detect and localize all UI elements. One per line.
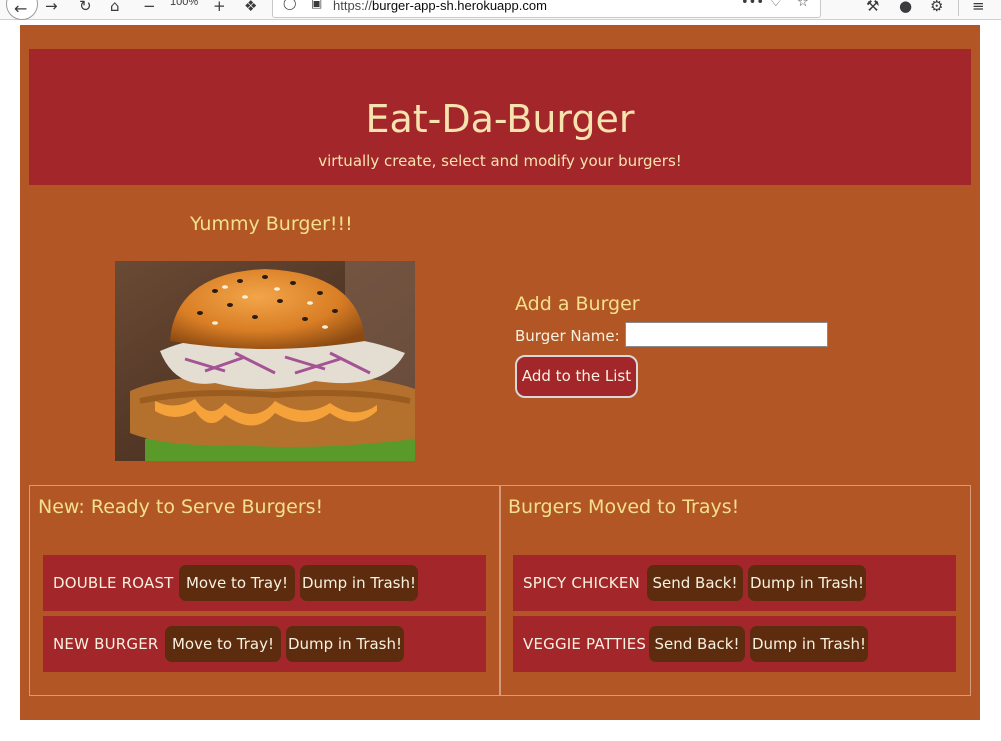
send-back-button[interactable]: Send Back! xyxy=(647,565,743,601)
tools-icon[interactable]: ⚒ xyxy=(866,0,879,16)
dump-in-trash-button[interactable]: Dump in Trash! xyxy=(750,626,868,662)
page-container: Eat-Da-Burger virtually create, select a… xyxy=(20,25,980,720)
burger-name: SPICY CHICKEN xyxy=(523,574,640,592)
browser-toolbar: ← → ↻ ⌂ − 100% + ❖ ◯ ▣ https://burger-ap… xyxy=(0,0,1001,20)
burger-row: VEGGIE PATTIES Send Back! Dump in Trash! xyxy=(513,616,956,672)
tray-burgers-panel: Burgers Moved to Trays! SPICY CHICKEN Se… xyxy=(499,485,971,696)
home-icon[interactable]: ⌂ xyxy=(110,0,120,16)
toolbar-divider xyxy=(958,0,959,16)
burger-row: NEW BURGER Move to Tray! Dump in Trash! xyxy=(43,616,486,672)
settings-gear-icon[interactable]: ⚙ xyxy=(930,0,943,16)
back-button[interactable]: ← xyxy=(6,0,38,20)
add-to-list-button[interactable]: Add to the List xyxy=(515,355,638,398)
zoom-level[interactable]: 100% xyxy=(170,0,198,8)
tray-burgers-title: Burgers Moved to Trays! xyxy=(508,496,740,518)
burger-name-input[interactable] xyxy=(625,322,828,347)
burger-name: DOUBLE ROAST xyxy=(53,574,174,592)
burger-illustration xyxy=(115,261,415,461)
lock-icon: ▣ xyxy=(311,0,323,10)
zoom-out-icon[interactable]: − xyxy=(143,0,156,16)
page-actions-icon[interactable]: ••• xyxy=(741,0,764,13)
dump-in-trash-button[interactable]: Dump in Trash! xyxy=(300,565,418,601)
burger-row: SPICY CHICKEN Send Back! Dump in Trash! xyxy=(513,555,956,611)
back-arrow-icon: ← xyxy=(14,0,28,18)
url-bar[interactable]: ◯ ▣ https://burger-app-sh.herokuapp.com … xyxy=(272,0,821,18)
header-banner: Eat-Da-Burger virtually create, select a… xyxy=(29,49,971,185)
add-burger-title: Add a Burger xyxy=(515,293,640,315)
feature-heading: Yummy Burger!!! xyxy=(190,213,353,235)
dump-in-trash-button[interactable]: Dump in Trash! xyxy=(286,626,404,662)
url-text[interactable]: https://burger-app-sh.herokuapp.com xyxy=(333,0,547,13)
new-burgers-panel: New: Ready to Serve Burgers! DOUBLE ROAS… xyxy=(29,485,501,696)
page-subtitle: virtually create, select and modify your… xyxy=(318,152,682,170)
burger-name-label: Burger Name: xyxy=(515,327,620,345)
page-title: Eat-Da-Burger xyxy=(365,97,635,141)
url-host: burger-app-sh.herokuapp.com xyxy=(372,0,547,13)
extensions-icon[interactable]: ❖ xyxy=(244,0,257,16)
account-icon[interactable]: ● xyxy=(899,0,912,16)
reload-icon[interactable]: ↻ xyxy=(79,0,92,16)
menu-icon[interactable]: ≡ xyxy=(972,0,985,16)
burger-name: VEGGIE PATTIES xyxy=(523,635,647,653)
burger-name: NEW BURGER xyxy=(53,635,159,653)
move-to-tray-button[interactable]: Move to Tray! xyxy=(179,565,295,601)
forward-icon[interactable]: → xyxy=(45,0,58,16)
dump-in-trash-button[interactable]: Dump in Trash! xyxy=(748,565,866,601)
zoom-in-icon[interactable]: + xyxy=(213,0,226,16)
move-to-tray-button[interactable]: Move to Tray! xyxy=(165,626,281,662)
burger-row: DOUBLE ROAST Move to Tray! Dump in Trash… xyxy=(43,555,486,611)
shield-icon[interactable]: ◯ xyxy=(283,0,296,13)
burger-image xyxy=(115,261,415,461)
new-burgers-title: New: Ready to Serve Burgers! xyxy=(38,496,324,518)
send-back-button[interactable]: Send Back! xyxy=(649,626,745,662)
pocket-icon[interactable]: ♡ xyxy=(770,0,782,13)
url-prefix: https:// xyxy=(333,0,373,13)
bookmark-star-icon[interactable]: ☆ xyxy=(797,0,809,13)
